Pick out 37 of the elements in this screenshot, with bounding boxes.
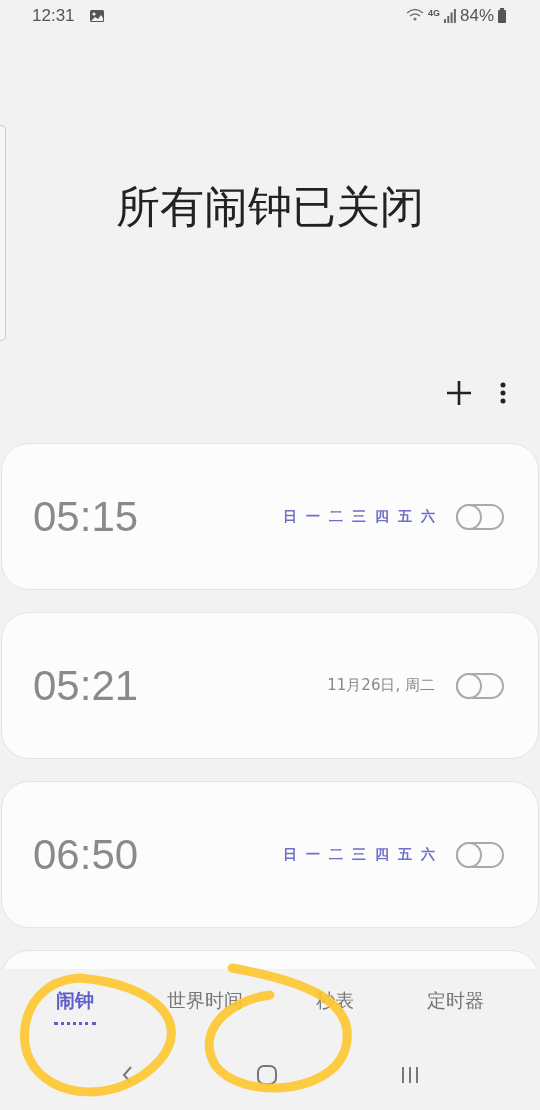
- alarm-card[interactable]: 05:21 11月26日, 周二: [1, 612, 539, 760]
- alarm-time: 05:15: [33, 492, 139, 541]
- alarm-date: 11月26日, 周二: [327, 676, 435, 696]
- weekday-label: 三: [352, 845, 366, 864]
- battery-icon: [498, 8, 506, 24]
- alarm-toggle[interactable]: [456, 503, 504, 530]
- alarm-toggle[interactable]: [456, 672, 504, 699]
- alarm-time: 06:50: [33, 830, 139, 879]
- weekday-label: 五: [398, 845, 412, 864]
- more-options-icon[interactable]: [500, 382, 506, 405]
- alarm-toggle[interactable]: [456, 841, 504, 868]
- weekday-label: 三: [352, 507, 366, 526]
- image-icon: [88, 8, 105, 23]
- weekday-label: 二: [329, 507, 343, 526]
- weekday-label: 二: [329, 845, 343, 864]
- weekday-label: 一: [306, 507, 320, 526]
- tab[interactable]: 闹钟: [54, 984, 97, 1026]
- alarm-card[interactable]: 06:50 日 一 二 三 四 五 六: [1, 781, 539, 929]
- weekday-label: 日: [283, 845, 297, 864]
- edge-panel-handle[interactable]: [0, 124, 6, 341]
- alarm-time: 05:21: [33, 661, 139, 710]
- weekday-label: 四: [375, 507, 389, 526]
- status-time: 12:31: [32, 5, 75, 26]
- weekday-label: 六: [421, 507, 435, 526]
- alarm-card[interactable]: 05:15 日 一 二 三 四 五 六: [1, 443, 539, 591]
- tab[interactable]: 定时器: [424, 984, 486, 1026]
- weekday-label: 一: [306, 845, 320, 864]
- add-icon[interactable]: [446, 380, 472, 407]
- weekday-label: 五: [398, 507, 412, 526]
- network-type: 4G: [427, 7, 440, 18]
- alarm-status-title: 所有闹钟已关闭: [116, 180, 424, 235]
- battery-percentage: 84%: [459, 5, 494, 26]
- signal-icon: [443, 8, 456, 23]
- weekday-label: 四: [375, 845, 389, 864]
- weekday-label: 日: [283, 507, 297, 526]
- recents-icon[interactable]: [400, 1065, 419, 1086]
- weekday-label: 六: [421, 845, 435, 864]
